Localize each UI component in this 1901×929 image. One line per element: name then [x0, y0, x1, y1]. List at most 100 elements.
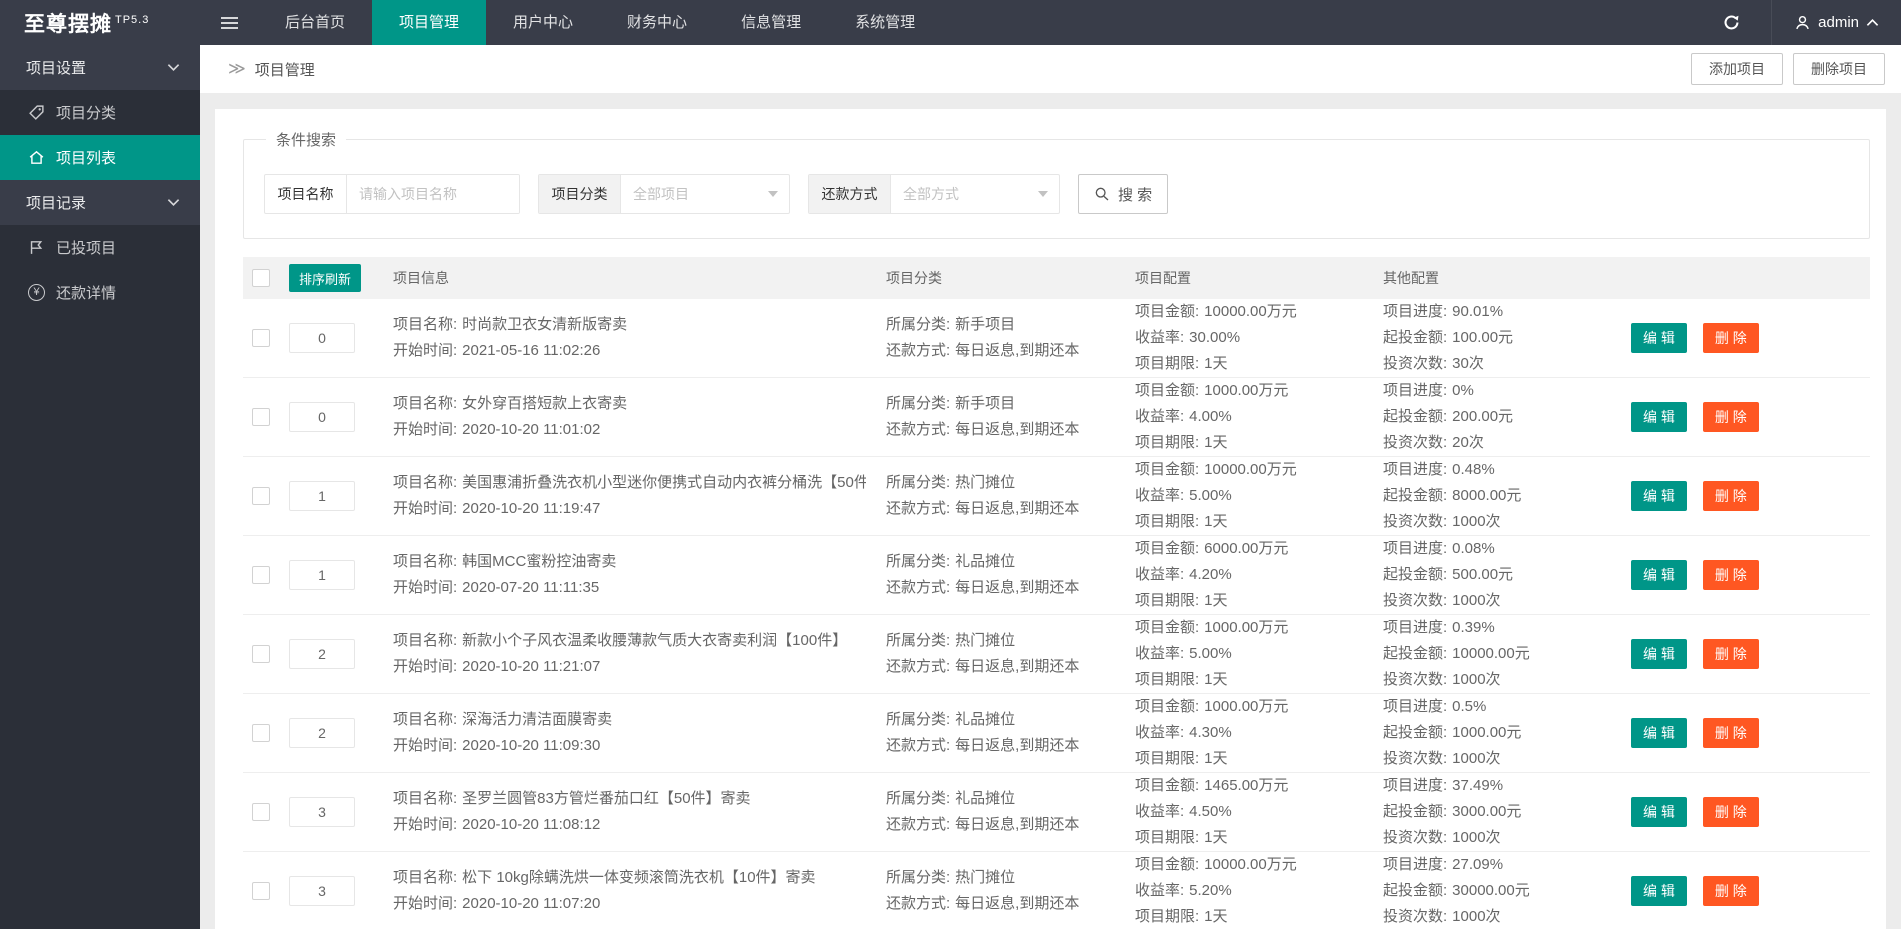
edit-button[interactable]: 编 辑 — [1631, 402, 1687, 432]
field-label: 所属分类: — [886, 395, 950, 412]
delete-button[interactable]: 删 除 — [1703, 797, 1759, 827]
field-label: 收益率: — [1135, 566, 1184, 583]
sort-order-input[interactable] — [289, 797, 355, 827]
row-checkbox[interactable] — [252, 408, 270, 426]
sort-order-input[interactable] — [289, 718, 355, 748]
sort-order-input[interactable] — [289, 481, 355, 511]
edit-button[interactable]: 编 辑 — [1631, 323, 1687, 353]
sort-order-input[interactable] — [289, 876, 355, 906]
repay-method-group: 还款方式 全部方式 — [808, 174, 1060, 214]
edit-button[interactable]: 编 辑 — [1631, 718, 1687, 748]
select-all-checkbox[interactable] — [252, 269, 270, 287]
field-label: 起投金额: — [1383, 645, 1447, 662]
edit-button[interactable]: 编 辑 — [1631, 797, 1687, 827]
invest-times-value: 1000次 — [1452, 592, 1500, 609]
amount-value: 1000.00万元 — [1204, 698, 1288, 715]
delete-button[interactable]: 删 除 — [1703, 718, 1759, 748]
field-label: 项目金额: — [1135, 382, 1199, 399]
search-button[interactable]: 搜 索 — [1078, 174, 1168, 214]
field-label: 项目名称: — [393, 395, 457, 412]
row-checkbox[interactable] — [252, 803, 270, 821]
amount-value: 6000.00万元 — [1204, 540, 1288, 557]
delete-button[interactable]: 删 除 — [1703, 876, 1759, 906]
sidebar-item-invested-projects[interactable]: 已投项目 — [0, 225, 200, 270]
tag-icon — [28, 104, 45, 121]
sidebar-item-project-records[interactable]: 项目记录 — [0, 180, 200, 225]
sort-order-input[interactable] — [289, 639, 355, 669]
project-name-input[interactable] — [347, 175, 519, 213]
selected-value: 全部项目 — [633, 184, 689, 204]
progress-value: 27.09% — [1452, 856, 1503, 873]
sidebar-item-label: 项目分类 — [56, 102, 116, 123]
min-invest-value: 100.00元 — [1452, 329, 1513, 346]
project-config-cell: 项目金额:1000.00万元 收益率:5.00% 项目期限:1天 — [1135, 615, 1383, 693]
field-label: 投资次数: — [1383, 671, 1447, 688]
topnav-item-dashboard[interactable]: 后台首页 — [258, 0, 372, 45]
topnav-item-finance[interactable]: 财务中心 — [600, 0, 714, 45]
field-label: 项目金额: — [1135, 461, 1199, 478]
sort-order-input[interactable] — [289, 560, 355, 590]
topnav-item-users[interactable]: 用户中心 — [486, 0, 600, 45]
min-invest-value: 30000.00元 — [1452, 882, 1530, 899]
sidebar-item-project-list[interactable]: 项目列表 — [0, 135, 200, 180]
field-label: 起投金额: — [1383, 803, 1447, 820]
sort-order-input[interactable] — [289, 323, 355, 353]
repay-method-select[interactable]: 全部方式 — [891, 175, 1059, 213]
rate-value: 4.00% — [1189, 408, 1232, 425]
field-label: 所属分类: — [886, 632, 950, 649]
field-label: 项目期限: — [1135, 671, 1199, 688]
user-menu[interactable]: admin — [1771, 0, 1901, 45]
topnav-item-projects[interactable]: 项目管理 — [372, 0, 486, 45]
chevron-down-icon — [167, 198, 180, 207]
field-label: 项目期限: — [1135, 434, 1199, 451]
field-label: 项目期限: — [1135, 750, 1199, 767]
field-label: 起投金额: — [1383, 408, 1447, 425]
row-actions: 编 辑 删 除 — [1625, 481, 1870, 511]
edit-button[interactable]: 编 辑 — [1631, 876, 1687, 906]
row-checkbox[interactable] — [252, 724, 270, 742]
sidebar-item-repayment-details[interactable]: ¥ 还款详情 — [0, 270, 200, 315]
topnav-item-info[interactable]: 信息管理 — [714, 0, 828, 45]
delete-button[interactable]: 删 除 — [1703, 639, 1759, 669]
start-time: 2020-10-20 11:08:12 — [462, 816, 600, 833]
field-label: 所属分类: — [886, 790, 950, 807]
edit-button[interactable]: 编 辑 — [1631, 481, 1687, 511]
edit-button[interactable]: 编 辑 — [1631, 560, 1687, 590]
field-label: 项目名称: — [393, 474, 457, 491]
field-label: 项目进度: — [1383, 382, 1447, 399]
row-checkbox[interactable] — [252, 645, 270, 663]
field-label: 项目期限: — [1135, 908, 1199, 925]
select-caret-icon — [768, 191, 778, 197]
period-value: 1天 — [1204, 355, 1227, 372]
field-label: 还款方式: — [886, 737, 950, 754]
hamburger-menu-icon[interactable] — [200, 0, 258, 45]
delete-button[interactable]: 删 除 — [1703, 323, 1759, 353]
field-label: 收益率: — [1135, 408, 1184, 425]
field-label: 收益率: — [1135, 803, 1184, 820]
row-checkbox[interactable] — [252, 329, 270, 347]
delete-button[interactable]: 删 除 — [1703, 402, 1759, 432]
delete-project-button[interactable]: 删除项目 — [1793, 53, 1885, 85]
sidebar-item-label: 已投项目 — [56, 237, 116, 258]
chevron-down-icon — [167, 63, 180, 72]
topnav-item-system[interactable]: 系统管理 — [828, 0, 942, 45]
delete-button[interactable]: 删 除 — [1703, 481, 1759, 511]
invest-times-value: 1000次 — [1452, 513, 1500, 530]
edit-button[interactable]: 编 辑 — [1631, 639, 1687, 669]
sidebar-item-project-settings[interactable]: 项目设置 — [0, 45, 200, 90]
sidebar-item-project-category[interactable]: 项目分类 — [0, 90, 200, 135]
project-category-select[interactable]: 全部项目 — [621, 175, 789, 213]
refresh-icon[interactable] — [1692, 0, 1771, 45]
delete-button[interactable]: 删 除 — [1703, 560, 1759, 590]
brand-logo: 至尊摆摊TP5.3 — [0, 8, 200, 38]
row-checkbox[interactable] — [252, 566, 270, 584]
project-category-cell: 所属分类:热门摊位 还款方式:每日返息,到期还本 — [886, 865, 1135, 917]
row-checkbox[interactable] — [252, 882, 270, 900]
project-category-cell: 所属分类:热门摊位 还款方式:每日返息,到期还本 — [886, 470, 1135, 522]
start-time: 2020-10-20 11:19:47 — [462, 500, 600, 517]
row-checkbox[interactable] — [252, 487, 270, 505]
user-icon — [1794, 14, 1811, 31]
sort-order-input[interactable] — [289, 402, 355, 432]
add-project-button[interactable]: 添加项目 — [1691, 53, 1783, 85]
sort-refresh-button[interactable]: 排序刷新 — [289, 264, 361, 292]
